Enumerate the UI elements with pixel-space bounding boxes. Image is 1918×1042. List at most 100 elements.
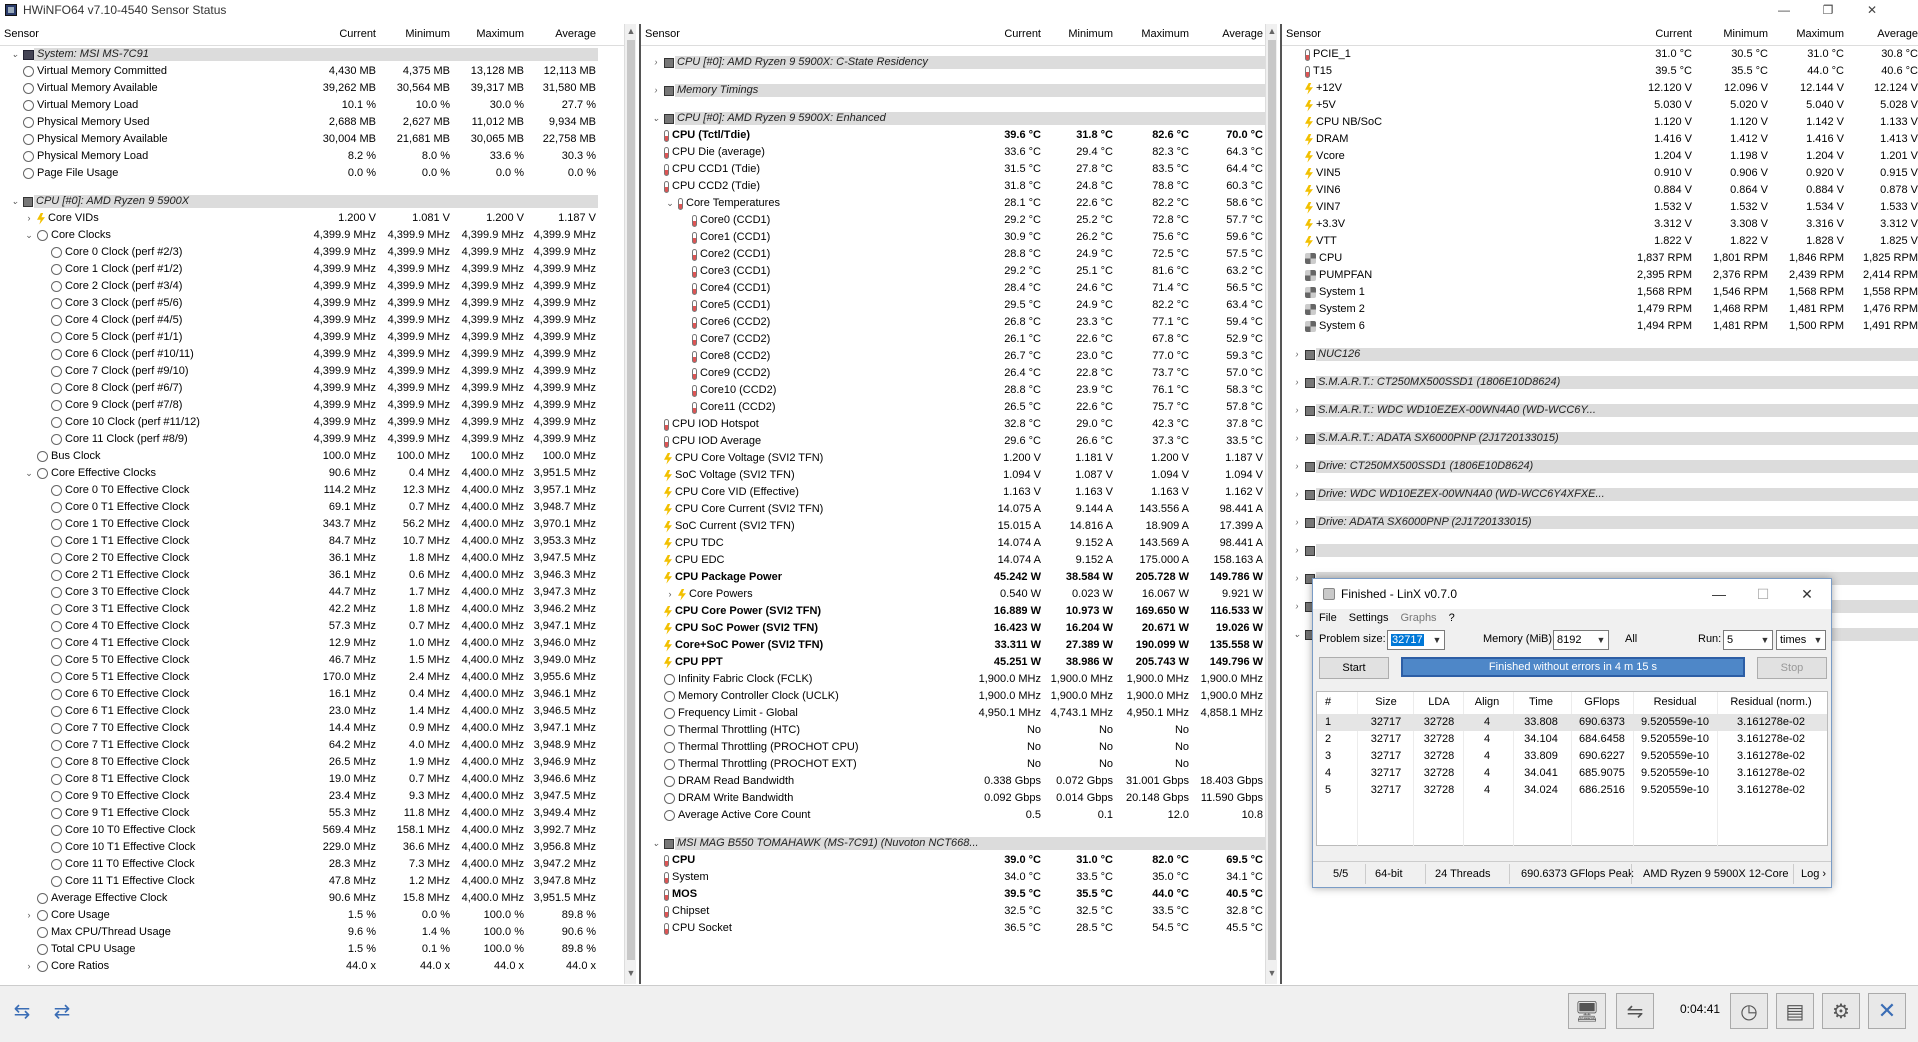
sensor-row[interactable]: Core4 (CCD1) 28.4 °C 24.6 °C 71.4 °C 56.5 °C [641,280,1279,297]
column-header-current[interactable]: Current [1632,28,1692,40]
memory-combo[interactable]: 8192 ▼ [1553,630,1609,650]
sensor-row[interactable]: Core 3 T1 Effective Clock 42.2 MHz 1.8 MHz… [0,601,638,618]
sensor-row[interactable]: › Core Powers 0.540 W 0.023 W 16.067 W 9.921 … [641,586,1279,603]
scroll-down-icon[interactable]: ▼ [1266,968,1278,978]
sensor-group[interactable]: ⌄ CPU [#0]: AMD Ryzen 9 5900X [0,193,638,210]
sensor-row[interactable]: CPU EDC 14.074 A 9.152 A 175.000 A 158.163 A [641,552,1279,569]
sensor-row[interactable]: Core 1 T1 Effective Clock 84.7 MHz 10.7 MH… [0,533,638,550]
chevron-right-icon[interactable]: › [665,586,675,603]
chevron-down-icon[interactable]: ⌄ [10,193,20,210]
add-report-icon[interactable]: ▤ [1776,993,1814,1029]
sensor-row[interactable]: Core 6 T0 Effective Clock 16.1 MHz 0.4 MHz… [0,686,638,703]
sensor-row[interactable]: CPU CCD2 (Tdie) 31.8 °C 24.8 °C 78.8 °C 60.3… [641,178,1279,195]
sensor-row[interactable]: SoC Voltage (SVI2 TFN) 1.094 V 1.087 V 1.09… [641,467,1279,484]
results-column-header[interactable]: LDA [1417,692,1461,712]
expand-arrows-icon[interactable]: ⇆ [4,994,40,1028]
sensor-row[interactable]: ⌄ Core Clocks 4,399.9 MHz 4,399.9 MHz 4,399.… [0,227,638,244]
sensor-row[interactable]: Virtual Memory Load 10.1 % 10.0 % 30.0 % 27.… [0,97,638,114]
linx-maximize-button[interactable]: ☐ [1741,579,1785,609]
chevron-down-icon[interactable]: ⌄ [665,195,675,212]
sensor-row[interactable]: Core3 (CCD1) 29.2 °C 25.1 °C 81.6 °C 63.2 °C [641,263,1279,280]
sensor-row[interactable]: Core2 (CCD1) 28.8 °C 24.9 °C 72.5 °C 57.5 °C [641,246,1279,263]
sensor-row[interactable]: Core 4 T1 Effective Clock 12.9 MHz 1.0 MHz… [0,635,638,652]
problem-size-combo[interactable]: 32717 ▼ [1387,630,1445,650]
sensor-row[interactable]: System 6 1,494 RPM 1,481 RPM 1,500 RPM 1,491… [1282,318,1918,335]
sensor-row[interactable]: Physical Memory Available 30,004 MB 21,681… [0,131,638,148]
column-header-maximum[interactable]: Maximum [464,28,524,40]
sensor-row[interactable]: Core 10 T1 Effective Clock 229.0 MHz 36.6 … [0,839,638,856]
sensor-row[interactable]: Core 11 T1 Effective Clock 47.8 MHz 1.2 MH… [0,873,638,890]
chevron-down-icon[interactable]: ⌄ [1292,626,1302,643]
chevron-right-icon[interactable]: › [1292,570,1302,587]
sensor-row[interactable]: PUMPFAN 2,395 RPM 2,376 RPM 2,439 RPM 2,414 … [1282,267,1918,284]
sensor-row[interactable]: Core 2 T0 Effective Clock 36.1 MHz 1.8 MHz… [0,550,638,567]
sensor-row[interactable]: Core 2 Clock (perf #3/4) 4,399.9 MHz 4,399… [0,278,638,295]
chevron-right-icon[interactable]: › [1292,458,1302,475]
sensor-row[interactable]: Core5 (CCD1) 29.5 °C 24.9 °C 82.2 °C 63.4 °C [641,297,1279,314]
sensor-row[interactable]: Bus Clock 100.0 MHz 100.0 MHz 100.0 MHz 100.… [0,448,638,465]
sensor-row[interactable]: Virtual Memory Committed 4,430 MB 4,375 MB… [0,63,638,80]
transfer-icon[interactable]: ⇋ [1616,993,1654,1029]
chevron-right-icon[interactable]: › [1292,486,1302,503]
sensor-row[interactable]: DRAM Read Bandwidth 0.338 Gbps 0.072 Gbps 3… [641,773,1279,790]
sensor-row[interactable]: Core 4 Clock (perf #4/5) 4,399.9 MHz 4,399… [0,312,638,329]
sensor-row[interactable]: CPU Socket 36.5 °C 28.5 °C 54.5 °C 45.5 °C [641,920,1279,937]
column-header-minimum[interactable]: Minimum [390,28,450,40]
sensor-row[interactable]: Chipset 32.5 °C 32.5 °C 33.5 °C 32.8 °C [641,903,1279,920]
settings-gear-icon[interactable]: ⚙ [1822,993,1860,1029]
menu-settings[interactable]: Settings [1349,612,1389,624]
close-x-icon[interactable]: ✕ [1868,993,1906,1029]
sensor-row[interactable]: Average Active Core Count 0.5 0.1 12.0 10.8 [641,807,1279,824]
sensor-row[interactable]: T15 39.5 °C 35.5 °C 44.0 °C 40.6 °C [1282,63,1918,80]
sensor-row[interactable]: DRAM 1.416 V 1.412 V 1.416 V 1.413 V [1282,131,1918,148]
sensor-row[interactable]: VIN6 0.884 V 0.864 V 0.884 V 0.878 V [1282,182,1918,199]
sensor-row[interactable]: CPU Core Voltage (SVI2 TFN) 1.200 V 1.181 … [641,450,1279,467]
sensor-row[interactable]: Virtual Memory Available 39,262 MB 30,564 … [0,80,638,97]
clock-icon[interactable]: ◷ [1730,993,1768,1029]
sensor-row[interactable]: Core 5 T0 Effective Clock 46.7 MHz 1.5 MHz… [0,652,638,669]
sensor-row[interactable]: Core 10 Clock (perf #11/12) 4,399.9 MHz 4,… [0,414,638,431]
results-column-header[interactable]: # [1325,692,1355,712]
sensor-row[interactable]: Core 9 T1 Effective Clock 55.3 MHz 11.8 MH… [0,805,638,822]
sensor-row[interactable]: ⌄ Core Effective Clocks 90.6 MHz 0.4 MHz 4,4… [0,465,638,482]
sensor-row[interactable]: › Core Usage 1.5 % 0.0 % 100.0 % 89.8 % [0,907,638,924]
scroll-up-icon[interactable]: ▲ [625,26,637,36]
sensor-row[interactable]: Total CPU Usage 1.5 % 0.1 % 100.0 % 89.8 % [0,941,638,958]
results-row[interactable]: 5 32717 32728 4 34.024 686.2516 9.520559e-10 3.… [1317,782,1827,799]
chevron-right-icon[interactable]: › [1292,374,1302,391]
chevron-down-icon[interactable]: ⌄ [24,465,34,482]
restore-button[interactable]: ❐ [1806,0,1850,20]
run-count-combo[interactable]: 5 ▼ [1723,630,1773,650]
sensor-row[interactable]: Core8 (CCD2) 26.7 °C 23.0 °C 77.0 °C 59.3 °C [641,348,1279,365]
results-column-header[interactable]: Residual [1635,692,1715,712]
sensor-row[interactable]: Core 8 Clock (perf #6/7) 4,399.9 MHz 4,399… [0,380,638,397]
sensor-row[interactable]: +12V 12.120 V 12.096 V 12.144 V 12.124 V [1282,80,1918,97]
chevron-right-icon[interactable]: › [651,54,661,71]
sensor-row[interactable]: CPU NB/SoC 1.120 V 1.120 V 1.142 V 1.133 V [1282,114,1918,131]
chevron-right-icon[interactable]: › [1292,402,1302,419]
chevron-right-icon[interactable]: › [651,82,661,99]
sensor-group[interactable]: › NUC126 [1282,346,1918,363]
sensor-group[interactable]: › [1282,542,1918,559]
sensor-row[interactable]: Core 4 T0 Effective Clock 57.3 MHz 0.7 MHz… [0,618,638,635]
sensor-row[interactable]: VTT 1.822 V 1.822 V 1.828 V 1.825 V [1282,233,1918,250]
sensor-row[interactable]: Core10 (CCD2) 28.8 °C 23.9 °C 76.1 °C 58.3 °… [641,382,1279,399]
column-header-current[interactable]: Current [316,28,376,40]
sensor-row[interactable]: Core 5 Clock (perf #1/1) 4,399.9 MHz 4,399… [0,329,638,346]
results-column-header[interactable]: Align [1467,692,1507,712]
all-label[interactable]: All [1625,633,1637,645]
sensor-row[interactable]: DRAM Write Bandwidth 0.092 Gbps 0.014 Gbps… [641,790,1279,807]
column-header-sensor[interactable]: Sensor [645,28,680,40]
sensor-row[interactable]: Core 1 Clock (perf #1/2) 4,399.9 MHz 4,399… [0,261,638,278]
sensor-row[interactable]: PCIE_1 31.0 °C 30.5 °C 31.0 °C 30.8 °C [1282,46,1918,63]
results-row[interactable]: 2 32717 32728 4 34.104 684.6458 9.520559e-10 3.… [1317,731,1827,748]
sensor-group[interactable]: ⌄ System: MSI MS-7C91 [0,46,638,63]
sensor-row[interactable]: Core 6 Clock (perf #10/11) 4,399.9 MHz 4,3… [0,346,638,363]
network-icon[interactable]: 🖥 [1568,993,1606,1029]
start-button[interactable]: Start [1319,657,1389,679]
sensor-row[interactable]: CPU Core VID (Effective) 1.163 V 1.163 V 1.… [641,484,1279,501]
sensor-row[interactable]: Core 8 T0 Effective Clock 26.5 MHz 1.9 MHz… [0,754,638,771]
sensor-row[interactable]: Core11 (CCD2) 26.5 °C 22.6 °C 75.7 °C 57.8 °… [641,399,1279,416]
sensor-row[interactable]: MOS 39.5 °C 35.5 °C 44.0 °C 40.5 °C [641,886,1279,903]
sensor-row[interactable]: CPU (Tctl/Tdie) 39.6 °C 31.8 °C 82.6 °C 70.0… [641,127,1279,144]
